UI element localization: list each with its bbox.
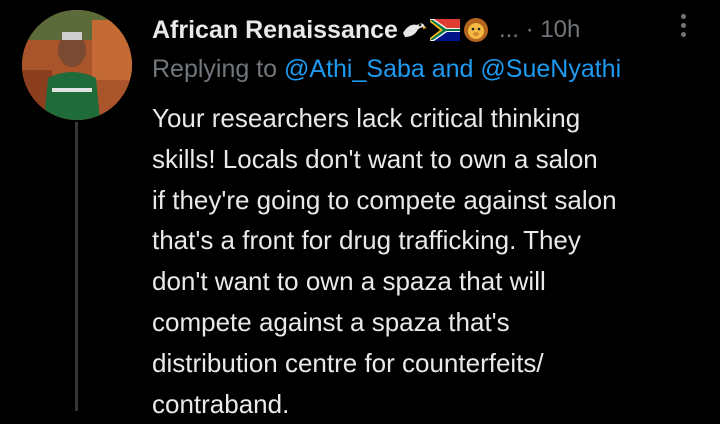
lion-emoji-icon	[463, 17, 489, 43]
tweet-meta: ... · 10h	[499, 16, 580, 44]
tweet-text-line: don't want to own a spaza that will	[152, 266, 546, 297]
mention-sue-nyathi[interactable]: @SueNyathi	[480, 55, 621, 83]
tweet-text-line: that's a front for drug trafficking. The…	[152, 225, 581, 256]
more-options-icon[interactable]	[676, 14, 690, 42]
tweet-text: Your researchers lack critical thinking …	[152, 98, 712, 424]
tweet-text-line: compete against a spaza that's	[152, 306, 510, 337]
tweet-text-line: skills! Locals don't want to own a salon	[152, 143, 598, 174]
mention-joiner[interactable]: and	[432, 55, 474, 83]
display-name[interactable]: African Renaissance	[152, 16, 398, 45]
name-truncation: ...	[498, 16, 519, 43]
tweet-text-line: Your researchers lack critical thinking	[152, 103, 581, 133]
replying-prefix: Replying to	[152, 55, 278, 83]
south-africa-flag-icon	[429, 19, 460, 41]
meta-separator: ·	[525, 16, 534, 43]
tweet[interactable]: African Renaissance ... · 10h Replying t…	[0, 0, 720, 419]
replying-to: Replying to @Athi_Saba and @SueNyathi	[152, 55, 621, 84]
tweet-text-line: contraband.	[152, 388, 290, 419]
timestamp[interactable]: 10h	[540, 16, 580, 43]
avatar-photo	[22, 10, 132, 120]
tweet-text-line: if they're going to compete against salo…	[152, 184, 617, 215]
tweet-text-line: distribution centre for counterfeits/	[152, 347, 544, 378]
avatar[interactable]	[22, 10, 132, 120]
thread-line	[75, 122, 78, 411]
tweet-header: African Renaissance ... · 10h	[152, 10, 580, 50]
mention-athi-saba[interactable]: @Athi_Saba	[284, 55, 425, 83]
eagle-emoji-icon	[401, 17, 427, 43]
